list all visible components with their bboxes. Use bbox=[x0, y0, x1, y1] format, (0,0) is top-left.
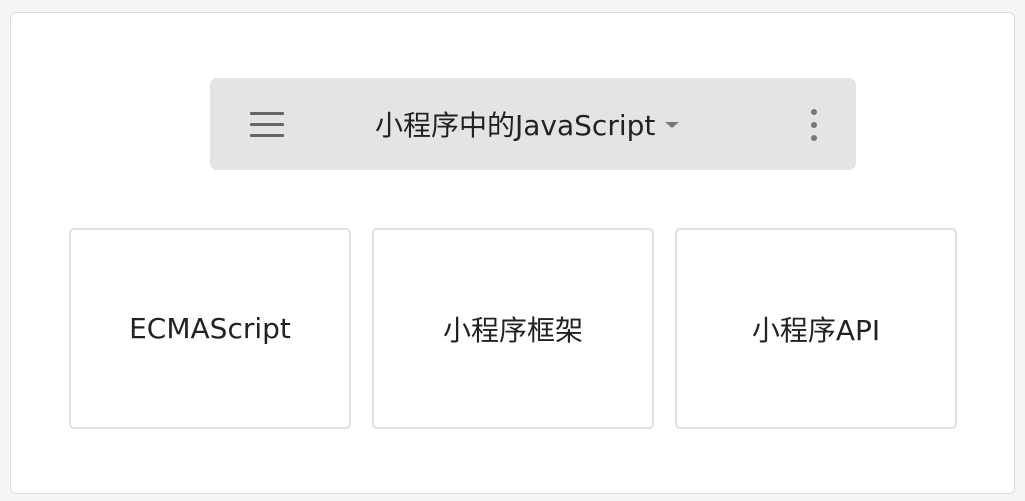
menu-line bbox=[250, 123, 284, 126]
box-label: 小程序框架 bbox=[442, 313, 583, 347]
hamburger-menu-icon[interactable] bbox=[250, 112, 284, 138]
header-title: 小程序中的JavaScript bbox=[375, 109, 656, 142]
more-dot bbox=[811, 135, 817, 141]
menu-line bbox=[250, 112, 284, 115]
header-bar: 小程序中的JavaScript bbox=[210, 78, 856, 170]
caret-down-icon bbox=[665, 122, 680, 128]
more-options-icon[interactable] bbox=[808, 108, 820, 142]
ecmascript-box: ECMAScript bbox=[69, 228, 351, 429]
framework-box: 小程序框架 bbox=[372, 228, 654, 429]
box-label: ECMAScript bbox=[129, 312, 291, 345]
box-label: 小程序API bbox=[751, 313, 881, 347]
menu-line bbox=[250, 134, 284, 137]
more-dot bbox=[811, 122, 817, 128]
more-dot bbox=[811, 109, 817, 115]
title-dropdown[interactable]: 小程序中的JavaScript bbox=[375, 108, 680, 142]
api-box: 小程序API bbox=[675, 228, 957, 429]
